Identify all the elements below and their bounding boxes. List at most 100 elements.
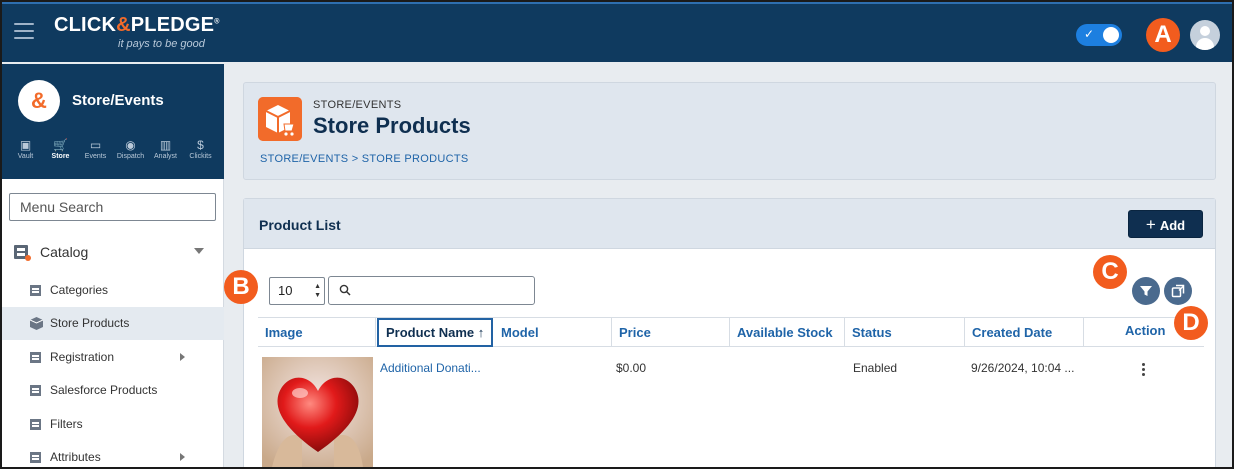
sidebar-item-label: Store Products: [50, 316, 130, 330]
toggle-knob: [1103, 27, 1119, 43]
sidebar-item-catalog[interactable]: Catalog: [2, 238, 224, 268]
column-header-product-name[interactable]: Product Name ↑: [377, 318, 493, 347]
catalog-icon: [14, 245, 31, 261]
sidebar-item-salesforce-products[interactable]: Salesforce Products: [2, 374, 224, 407]
product-status: Enabled: [853, 361, 898, 375]
nav-analyst-label: Analyst: [154, 153, 177, 160]
page-header: STORE/EVENTS Store Products STORE/EVENTS…: [243, 82, 1216, 180]
page-size-stepper[interactable]: 10 ▲ ▼: [269, 277, 325, 305]
attributes-icon: [30, 452, 41, 463]
sidebar-item-categories[interactable]: Categories: [2, 274, 224, 307]
sidebar-item-label: Attributes: [50, 450, 101, 464]
categories-icon: [30, 285, 41, 296]
nav-clickits-label: Clickits: [189, 153, 212, 160]
column-header-model[interactable]: Model: [494, 318, 612, 347]
events-icon: ▭: [89, 138, 102, 152]
search-icon: [339, 284, 351, 296]
sidebar-item-label: Catalog: [40, 244, 89, 260]
mode-toggle[interactable]: ✓: [1076, 24, 1122, 46]
store-products-box-icon: [258, 97, 302, 141]
click-and-pledge-logo[interactable]: CLICK&PLEDGE® it pays to be good: [54, 14, 220, 50]
sidebar-item-label: Categories: [50, 283, 109, 297]
logo-amp: &: [116, 14, 131, 36]
filters-icon: [30, 419, 41, 430]
column-header-status[interactable]: Status: [845, 318, 965, 347]
product-name-link[interactable]: Additional Donati...: [380, 361, 481, 375]
spinner-arrows-icon[interactable]: ▲ ▼: [314, 282, 321, 300]
table-header-row: Image Product Name ↑ Model Price Availab…: [258, 317, 1204, 347]
chevron-right-icon: [180, 353, 185, 361]
kebab-menu-icon[interactable]: [1142, 363, 1146, 379]
nav-vault[interactable]: ▣ Vault: [8, 138, 43, 160]
sidebar-item-filters[interactable]: Filters: [2, 408, 224, 441]
product-search-input[interactable]: [328, 276, 535, 305]
product-price: $0.00: [616, 361, 647, 375]
app-frame: CLICK&PLEDGE® it pays to be good ✓ & Sto…: [0, 0, 1234, 469]
nav-events-label: Events: [84, 153, 107, 160]
add-product-button[interactable]: + Add: [1128, 210, 1203, 238]
nav-vault-label: Vault: [17, 153, 34, 160]
nav-events[interactable]: ▭ Events: [78, 138, 113, 160]
sidebar-item-store-products[interactable]: Store Products: [2, 307, 224, 340]
column-header-available-stock[interactable]: Available Stock: [730, 318, 845, 347]
product-list-title: Product List: [259, 217, 341, 233]
sidebar-item-label: Salesforce Products: [50, 383, 158, 397]
plus-icon: +: [1145, 215, 1156, 234]
column-header-created-date[interactable]: Created Date: [965, 318, 1084, 347]
product-created-date: 9/26/2024, 10:04 ...: [971, 361, 1075, 375]
product-list-card: Product List + Add 10 ▲ ▼ Image Product …: [243, 198, 1216, 467]
callout-d: D: [1174, 306, 1208, 340]
nav-dispatch[interactable]: ◉ Dispatch: [113, 138, 148, 160]
logo-tagline: it pays to be good: [118, 38, 205, 50]
clickits-icon: $: [197, 138, 204, 152]
copy-export-icon: [1171, 284, 1185, 298]
column-label: Product Name: [386, 325, 475, 340]
salesforce-products-icon: [30, 385, 41, 396]
cart-icon: 🛒: [53, 138, 68, 152]
filter-button[interactable]: [1132, 277, 1160, 305]
callout-a: A: [1146, 18, 1180, 52]
nav-clickits[interactable]: $ Clickits: [183, 138, 218, 160]
product-list-header: Product List + Add: [244, 199, 1215, 249]
store-events-logo-icon: &: [18, 80, 60, 122]
logo-mark: ®: [214, 18, 220, 26]
page-title: Store Products: [313, 113, 471, 138]
sidebar: & Store/Events ▣ Vault 🛒 Store ▭ Events ◉ Di…: [2, 64, 224, 467]
heart-product-image: [262, 357, 373, 467]
analyst-icon: ▥: [159, 138, 172, 152]
section-label: STORE/EVENTS: [313, 99, 402, 111]
store-products-icon: [30, 317, 43, 330]
callout-b: B: [224, 270, 258, 304]
menu-search-input[interactable]: [9, 193, 216, 221]
export-button[interactable]: [1164, 277, 1192, 305]
chevron-down-icon: [194, 248, 204, 254]
breadcrumb[interactable]: STORE/EVENTS > STORE PRODUCTS: [260, 153, 468, 165]
filter-icon: [1140, 286, 1152, 296]
column-header-price[interactable]: Price: [612, 318, 730, 347]
logo-suffix: PLEDGE: [130, 14, 215, 36]
registration-icon: [30, 352, 41, 363]
chevron-right-icon: [180, 453, 185, 461]
product-image[interactable]: [262, 357, 373, 467]
top-bar: CLICK&PLEDGE® it pays to be good ✓: [2, 2, 1232, 62]
product-switcher: ▣ Vault 🛒 Store ▭ Events ◉ Dispatch ▥ Analyst…: [8, 138, 218, 160]
nav-store[interactable]: 🛒 Store: [43, 138, 78, 160]
user-avatar-icon[interactable]: [1190, 20, 1220, 50]
sidebar-header: & Store/Events ▣ Vault 🛒 Store ▭ Events ◉ Di…: [2, 64, 224, 179]
callout-c: C: [1093, 255, 1127, 289]
vault-icon: ▣: [19, 138, 32, 152]
column-header-image[interactable]: Image: [258, 318, 376, 347]
sidebar-item-label: Registration: [50, 350, 115, 364]
sidebar-item-attributes[interactable]: Attributes: [2, 441, 224, 467]
dispatch-icon: ◉: [125, 138, 136, 152]
sidebar-item-label: Filters: [50, 417, 83, 431]
main-content: STORE/EVENTS Store Products STORE/EVENTS…: [225, 64, 1232, 467]
nav-analyst[interactable]: ▥ Analyst: [148, 138, 183, 160]
hamburger-icon[interactable]: [14, 23, 34, 39]
sidebar-item-registration[interactable]: Registration: [2, 341, 224, 374]
check-icon: ✓: [1084, 27, 1095, 41]
nav-store-label: Store: [51, 153, 70, 160]
sidebar-title: Store/Events: [72, 92, 164, 109]
page-size-value: 10: [278, 283, 293, 298]
add-button-label: Add: [1159, 218, 1186, 233]
